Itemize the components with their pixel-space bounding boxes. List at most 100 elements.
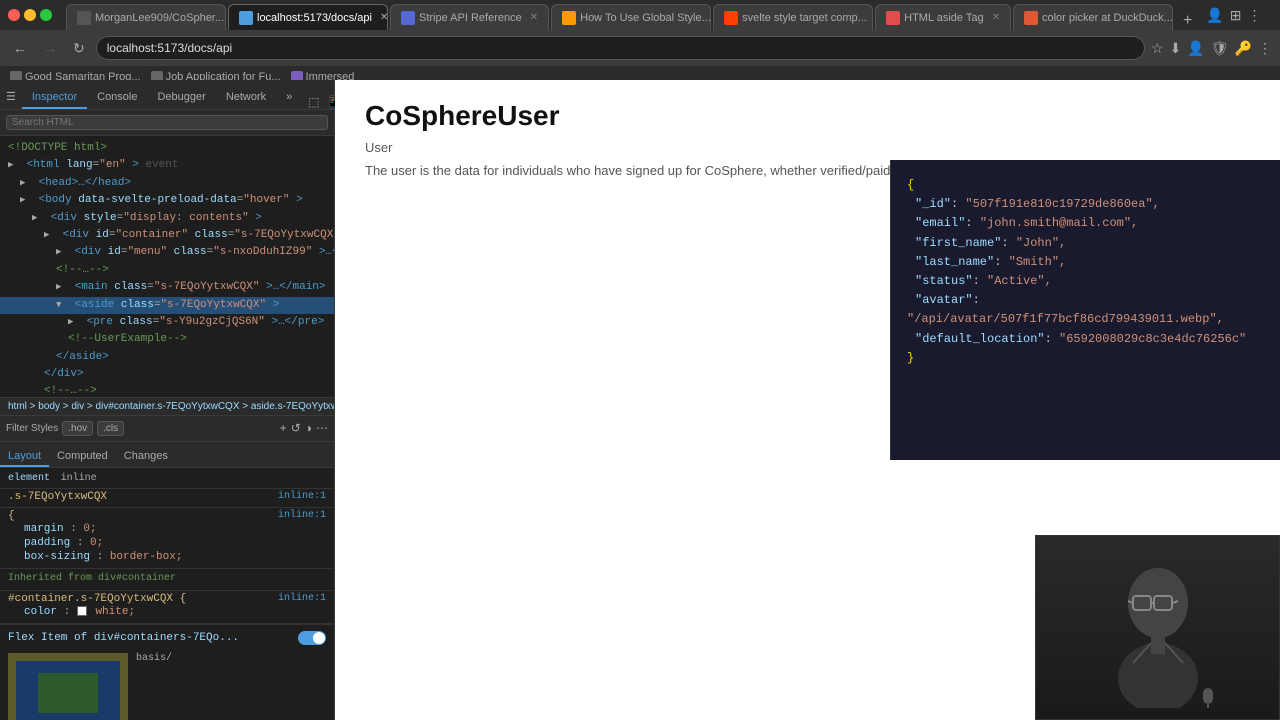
tab-stripe[interactable]: Stripe API Reference ✕ — [390, 4, 549, 30]
css-rule-2: { inline:1 margin : 0; padding : 0; box-… — [0, 508, 334, 569]
tab-howto[interactable]: How To Use Global Style... ✕ — [551, 4, 711, 30]
search-html-input[interactable] — [6, 115, 328, 130]
download-icon[interactable]: ⬇ — [1170, 40, 1182, 57]
protonpass-icon[interactable]: 🔑 — [1235, 40, 1252, 57]
css-selector-text: .s-7EQoYytxwCQX — [8, 491, 107, 503]
pre-tag: <pre — [87, 316, 113, 328]
expand-icon[interactable]: ▶ — [56, 246, 68, 259]
expand-icon[interactable]: ▶ — [44, 229, 56, 242]
html-line-container[interactable]: ▶ <div id="container" class="s-7EQoYytxw… — [0, 227, 334, 244]
html-line-doctype[interactable]: <!DOCTYPE html> — [0, 140, 334, 157]
html-line-user-example[interactable]: <!--UserExample--> — [0, 331, 334, 348]
prop-name: margin — [24, 523, 64, 535]
css-rule-3: #container.s-7EQoYytxwCQX { inline:1 col… — [0, 591, 334, 624]
attr-svelte: data-svelte-preload-data — [78, 194, 236, 206]
back-button[interactable]: ← — [8, 38, 32, 58]
div-close-tag: </div> — [44, 368, 84, 380]
pick-element-button[interactable]: ⬚ — [308, 95, 319, 109]
refresh-style-button[interactable]: ↺ — [291, 421, 301, 435]
flex-item-label: Flex Item of div#containers-7EQo... — [8, 632, 239, 644]
html-line-main[interactable]: ▶ <main class="s-7EQoYytxwCQX" >…</main> — [0, 279, 334, 296]
html-line-comment1[interactable]: <!--…--> — [0, 262, 334, 279]
address-text: localhost:5173/docs/api — [107, 41, 232, 55]
browser-nav-icons: 👤 ⊞ ⋮ — [1206, 7, 1261, 24]
tab-debugger[interactable]: Debugger — [147, 87, 215, 109]
tab-label: Stripe API Reference — [419, 12, 522, 24]
close-button[interactable] — [8, 9, 20, 21]
tab-duckduck[interactable]: color picker at DuckDuck... ✕ — [1013, 4, 1173, 30]
tab-console[interactable]: Console — [87, 87, 147, 109]
expand-aside-icon[interactable]: ▼ — [56, 299, 68, 312]
expand-icon[interactable]: ▶ — [20, 194, 32, 207]
new-tab-button[interactable]: + — [1175, 12, 1200, 30]
prop-name: color — [24, 606, 57, 618]
profile-avatar-icon[interactable]: 👤 — [1187, 40, 1204, 57]
html-line-comment2[interactable]: <!--…--> — [0, 383, 334, 396]
tab-html-aside[interactable]: HTML aside Tag ✕ — [875, 4, 1011, 30]
bookmark-icon[interactable]: ☆ — [1151, 40, 1164, 57]
devtools-icon-tab[interactable]: ☰ — [0, 86, 22, 109]
devtools-panel-icon: ☰ — [6, 91, 16, 103]
expand-icon[interactable]: ▶ — [20, 177, 32, 190]
html-line-html[interactable]: ▶ <html lang="en" > event — [0, 157, 334, 174]
html-line-div-contents[interactable]: ▶ <div style="display: contents" > — [0, 210, 334, 227]
reload-button[interactable]: ↻ — [68, 38, 90, 59]
html-line-aside[interactable]: ▼ <aside class="s-7EQoYytxwCQX" > — [0, 297, 334, 314]
lower-content: element inline .s-7EQoYytxwCQX inline:1 … — [0, 468, 334, 720]
json-field-location: "default_location": "6592008029c8c3e4dc7… — [915, 332, 1246, 346]
tab-favicon — [724, 11, 738, 25]
aside-tag: <aside — [75, 299, 115, 311]
filter-cls-button[interactable]: .cls — [97, 421, 124, 436]
add-style-button[interactable]: + — [280, 421, 287, 435]
tab-svelte[interactable]: svelte style target comp... ✕ — [713, 4, 873, 30]
container-tag: <div — [63, 229, 89, 241]
tab-favicon — [77, 11, 91, 25]
expand-icon[interactable]: ▶ — [8, 159, 20, 172]
prop-value: border-box; — [110, 551, 183, 563]
html-line-aside-close[interactable]: </aside> — [0, 349, 334, 366]
expand-icon[interactable]: ▶ — [68, 316, 80, 329]
expand-icon[interactable]: ▶ — [32, 212, 44, 225]
html-line-pre[interactable]: ▶ <pre class="s-Y9u2gzCjQS6N" >…</pre> — [0, 314, 334, 331]
tab-localhost[interactable]: localhost:5173/docs/api ✕ — [228, 4, 388, 30]
window-controls — [8, 9, 52, 21]
api-title: CoSphereUser — [365, 100, 1250, 132]
css-source-text: inline:1 — [278, 593, 326, 604]
maximize-button[interactable] — [40, 9, 52, 21]
flex-toggle[interactable] — [298, 631, 326, 645]
address-bar[interactable]: localhost:5173/docs/api — [96, 36, 1145, 60]
css-prop-margin: margin : 0; — [8, 522, 326, 536]
profile-icon[interactable]: 👤 — [1206, 7, 1223, 24]
tab-favicon — [239, 11, 253, 25]
tab-close-icon[interactable]: ✕ — [992, 12, 1000, 23]
filter-hov-button[interactable]: .hov — [62, 421, 93, 436]
more-icon[interactable]: ⋮ — [1258, 40, 1272, 57]
more-style-button[interactable]: ⋯ — [316, 421, 328, 435]
menu-icon[interactable]: ⋮ — [1248, 7, 1262, 24]
toolbar-icons: ⬇ 👤 🛡 🔑 ⋮ — [1170, 40, 1272, 57]
extensions-icon[interactable]: ⊞ — [1230, 7, 1242, 24]
tab-github[interactable]: MorganLee909/CoSpher... ✕ — [66, 4, 226, 30]
event-badge[interactable]: event — [145, 159, 178, 171]
color-swatch — [77, 606, 87, 616]
html-line-body[interactable]: ▶ <body data-svelte-preload-data="hover"… — [0, 192, 334, 209]
minimize-button[interactable] — [24, 9, 36, 21]
lower-tab-computed[interactable]: Computed — [49, 447, 116, 467]
lower-tab-layout[interactable]: Layout — [0, 447, 49, 467]
lower-tab-changes[interactable]: Changes — [116, 447, 176, 467]
tab-more[interactable]: » — [276, 87, 302, 109]
color-scheme-button[interactable]: ◑ — [305, 421, 312, 435]
html-line-div-close[interactable]: </div> — [0, 366, 334, 383]
html-line-menu[interactable]: ▶ <div id="menu" class="s-nxoDduhIZ99" >… — [0, 244, 334, 261]
tab-close-icon[interactable]: ✕ — [530, 12, 538, 23]
tab-label: MorganLee909/CoSpher... — [95, 12, 224, 24]
expand-icon[interactable]: ▶ — [56, 281, 68, 294]
tab-close-icon[interactable]: ✕ — [380, 12, 388, 23]
lower-tabs: Layout Computed Changes — [0, 442, 334, 468]
tab-inspector[interactable]: Inspector — [22, 87, 87, 109]
shield-icon[interactable]: 🛡 — [1211, 40, 1229, 57]
tab-network[interactable]: Network — [216, 87, 276, 109]
forward-button[interactable]: → — [38, 38, 62, 58]
html-line-head[interactable]: ▶ <head>…</head> — [0, 175, 334, 192]
main-tag: <main — [75, 281, 108, 293]
